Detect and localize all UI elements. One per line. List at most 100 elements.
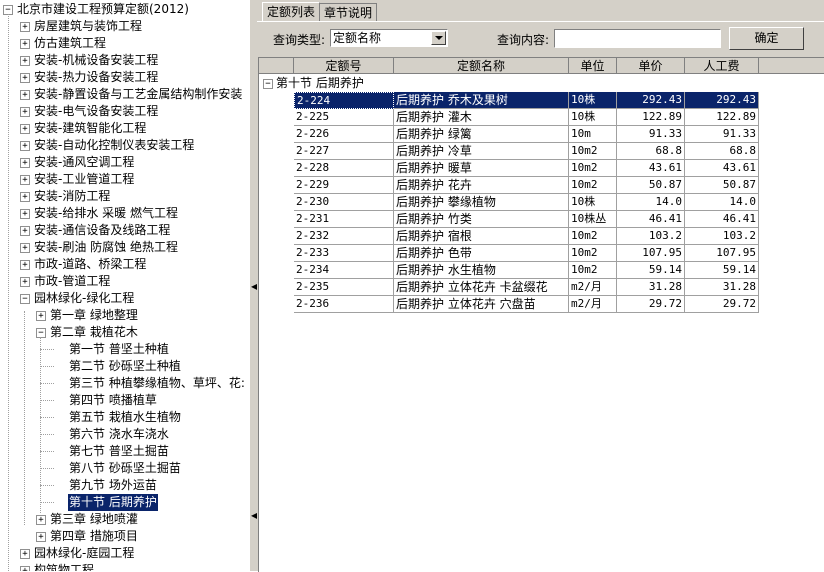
cell-name[interactable]: 后期养护 竹类 bbox=[394, 211, 569, 228]
tree-item-label[interactable]: 仿古建筑工程 bbox=[33, 35, 107, 52]
expand-icon[interactable]: + bbox=[20, 192, 30, 202]
cell-code[interactable]: 2-233 bbox=[294, 245, 394, 262]
cell-unit[interactable]: 10株 bbox=[569, 92, 617, 109]
table-row[interactable]: 2-227 后期养护 冷草 10m2 68.8 68.8 bbox=[259, 143, 824, 160]
cell-price[interactable]: 14.0 bbox=[617, 194, 685, 211]
table-row[interactable]: 2-228 后期养护 暖草 10m2 43.61 43.61 bbox=[259, 160, 824, 177]
cell-unit[interactable]: m2/月 bbox=[569, 279, 617, 296]
cell-code[interactable]: 2-234 bbox=[294, 262, 394, 279]
expand-icon[interactable]: + bbox=[36, 532, 46, 542]
tree-item-label[interactable]: 第八节 砂砾坚土掘苗 bbox=[68, 460, 182, 477]
tree-item-label[interactable]: 第四章 措施项目 bbox=[49, 528, 139, 545]
tree-item-label[interactable]: 安装-建筑智能化工程 bbox=[33, 120, 147, 137]
cell-labor[interactable]: 31.28 bbox=[685, 279, 759, 296]
cell-name[interactable]: 后期养护 宿根 bbox=[394, 228, 569, 245]
cell-price[interactable]: 29.72 bbox=[617, 296, 685, 313]
cell-unit[interactable]: 10m bbox=[569, 126, 617, 143]
tree-item-label[interactable]: 房屋建筑与装饰工程 bbox=[33, 18, 143, 35]
header-name[interactable]: 定额名称 bbox=[394, 58, 569, 74]
expand-icon[interactable]: + bbox=[20, 73, 30, 83]
expand-icon[interactable]: + bbox=[20, 107, 30, 117]
header-code[interactable]: 定额号 bbox=[294, 58, 394, 74]
cell-price[interactable]: 103.2 bbox=[617, 228, 685, 245]
header-labor[interactable]: 人工费 bbox=[685, 58, 759, 74]
tree-item-label[interactable]: 第二章 栽植花木 bbox=[49, 324, 139, 341]
collapse-icon[interactable]: − bbox=[36, 328, 46, 338]
table-row[interactable]: 2-233 后期养护 色带 10m2 107.95 107.95 bbox=[259, 245, 824, 262]
cell-labor[interactable]: 107.95 bbox=[685, 245, 759, 262]
cell-name[interactable]: 后期养护 灌木 bbox=[394, 109, 569, 126]
tree-item-label[interactable]: 第九节 场外运苗 bbox=[68, 477, 158, 494]
dropdown-arrow-icon[interactable] bbox=[431, 31, 446, 45]
cell-name[interactable]: 后期养护 立体花卉 穴盘苗 bbox=[394, 296, 569, 313]
query-type-select[interactable]: 定额名称 bbox=[330, 29, 448, 47]
tree-item-label[interactable]: 第四节 喷播植草 bbox=[68, 392, 158, 409]
cell-price[interactable]: 43.61 bbox=[617, 160, 685, 177]
cell-code[interactable]: 2-227 bbox=[294, 143, 394, 160]
expand-icon[interactable]: + bbox=[36, 311, 46, 321]
cell-name[interactable]: 后期养护 立体花卉 卡盆缀花 bbox=[394, 279, 569, 296]
tree-item-label[interactable]: 安装-机械设备安装工程 bbox=[33, 52, 159, 69]
cell-code[interactable]: 2-230 bbox=[294, 194, 394, 211]
cell-name[interactable]: 后期养护 冷草 bbox=[394, 143, 569, 160]
tree-item-label[interactable]: 第三节 种植攀缘植物、草坪、花: bbox=[68, 375, 246, 392]
tree-item-label[interactable]: 第三章 绿地喷灌 bbox=[49, 511, 139, 528]
table-row[interactable]: 2-226 后期养护 绿篱 10m 91.33 91.33 bbox=[259, 126, 824, 143]
expand-icon[interactable]: + bbox=[20, 158, 30, 168]
cell-labor[interactable]: 50.87 bbox=[685, 177, 759, 194]
cell-price[interactable]: 91.33 bbox=[617, 126, 685, 143]
cell-price[interactable]: 31.28 bbox=[617, 279, 685, 296]
cell-code[interactable]: 2-235 bbox=[294, 279, 394, 296]
tree-item-label[interactable]: 安装-电气设备安装工程 bbox=[33, 103, 159, 120]
cell-code[interactable]: 2-224 bbox=[294, 92, 394, 109]
group-row[interactable]: − 第十节 后期养护 bbox=[259, 75, 824, 92]
expand-icon[interactable]: + bbox=[20, 549, 30, 559]
cell-code[interactable]: 2-231 bbox=[294, 211, 394, 228]
cell-unit[interactable]: 10m2 bbox=[569, 228, 617, 245]
cell-unit[interactable]: 10m2 bbox=[569, 177, 617, 194]
cell-name[interactable]: 后期养护 花卉 bbox=[394, 177, 569, 194]
tree-item-label[interactable]: 市政-道路、桥梁工程 bbox=[33, 256, 147, 273]
category-tree[interactable]: − 北京市建设工程预算定额(2012) + 房屋建筑与装饰工程 + 仿古建筑工程 + 安装… bbox=[0, 0, 250, 571]
cell-unit[interactable]: 10m2 bbox=[569, 143, 617, 160]
tree-item-label[interactable]: 安装-工业管道工程 bbox=[33, 171, 135, 188]
tree-item-label[interactable]: 构筑物工程 bbox=[33, 562, 95, 571]
cell-price[interactable]: 68.8 bbox=[617, 143, 685, 160]
tree-item-label[interactable]: 安装-刷油 防腐蚀 绝热工程 bbox=[33, 239, 179, 256]
cell-unit[interactable]: 10株 bbox=[569, 194, 617, 211]
tab-chapter-notes[interactable]: 章节说明 bbox=[319, 3, 378, 22]
cell-price[interactable]: 50.87 bbox=[617, 177, 685, 194]
tree-item-label[interactable]: 第六节 浇水车浇水 bbox=[68, 426, 170, 443]
table-row[interactable]: 2-225 后期养护 灌木 10株 122.89 122.89 bbox=[259, 109, 824, 126]
cell-unit[interactable]: 10株 bbox=[569, 109, 617, 126]
cell-name[interactable]: 后期养护 色带 bbox=[394, 245, 569, 262]
tree-item-label[interactable]: 市政-管道工程 bbox=[33, 273, 111, 290]
cell-unit[interactable]: m2/月 bbox=[569, 296, 617, 313]
cell-price[interactable]: 292.43 bbox=[617, 92, 685, 109]
quota-grid[interactable]: 定额号 定额名称 单位 单价 人工费 − 第十节 后期养护 2-224 后期养护 … bbox=[258, 57, 824, 572]
expand-icon[interactable]: + bbox=[20, 209, 30, 219]
tree-root-label[interactable]: 北京市建设工程预算定额(2012) bbox=[16, 1, 190, 18]
tree-item-label[interactable]: 安装-通风空调工程 bbox=[33, 154, 135, 171]
expand-icon[interactable]: + bbox=[20, 141, 30, 151]
header-price[interactable]: 单价 bbox=[617, 58, 685, 74]
cell-code[interactable]: 2-225 bbox=[294, 109, 394, 126]
expand-icon[interactable]: + bbox=[20, 243, 30, 253]
cell-labor[interactable]: 46.41 bbox=[685, 211, 759, 228]
expand-icon[interactable]: + bbox=[20, 39, 30, 49]
tree-item-label[interactable]: 园林绿化-庭园工程 bbox=[33, 545, 135, 562]
tab-quota-list[interactable]: 定额列表 bbox=[262, 2, 321, 22]
table-row[interactable]: 2-224 后期养护 乔木及果树 10株 292.43 292.43 bbox=[259, 92, 824, 109]
cell-unit[interactable]: 10m2 bbox=[569, 245, 617, 262]
tree-item-label[interactable]: 园林绿化-绿化工程 bbox=[33, 290, 135, 307]
tree-item-label[interactable]: 第一章 绿地整理 bbox=[49, 307, 139, 324]
expand-icon[interactable]: + bbox=[20, 260, 30, 270]
cell-name[interactable]: 后期养护 乔木及果树 bbox=[394, 92, 569, 109]
tree-item-label[interactable]: 安装-静置设备与工艺金属结构制作安装 bbox=[33, 86, 243, 103]
table-row[interactable]: 2-236 后期养护 立体花卉 穴盘苗 m2/月 29.72 29.72 bbox=[259, 296, 824, 313]
cell-labor[interactable]: 43.61 bbox=[685, 160, 759, 177]
tree-item-label[interactable]: 第五节 栽植水生植物 bbox=[68, 409, 182, 426]
cell-name[interactable]: 后期养护 攀缘植物 bbox=[394, 194, 569, 211]
tree-item-label[interactable]: 第七节 普坚土掘苗 bbox=[68, 443, 170, 460]
cell-code[interactable]: 2-229 bbox=[294, 177, 394, 194]
